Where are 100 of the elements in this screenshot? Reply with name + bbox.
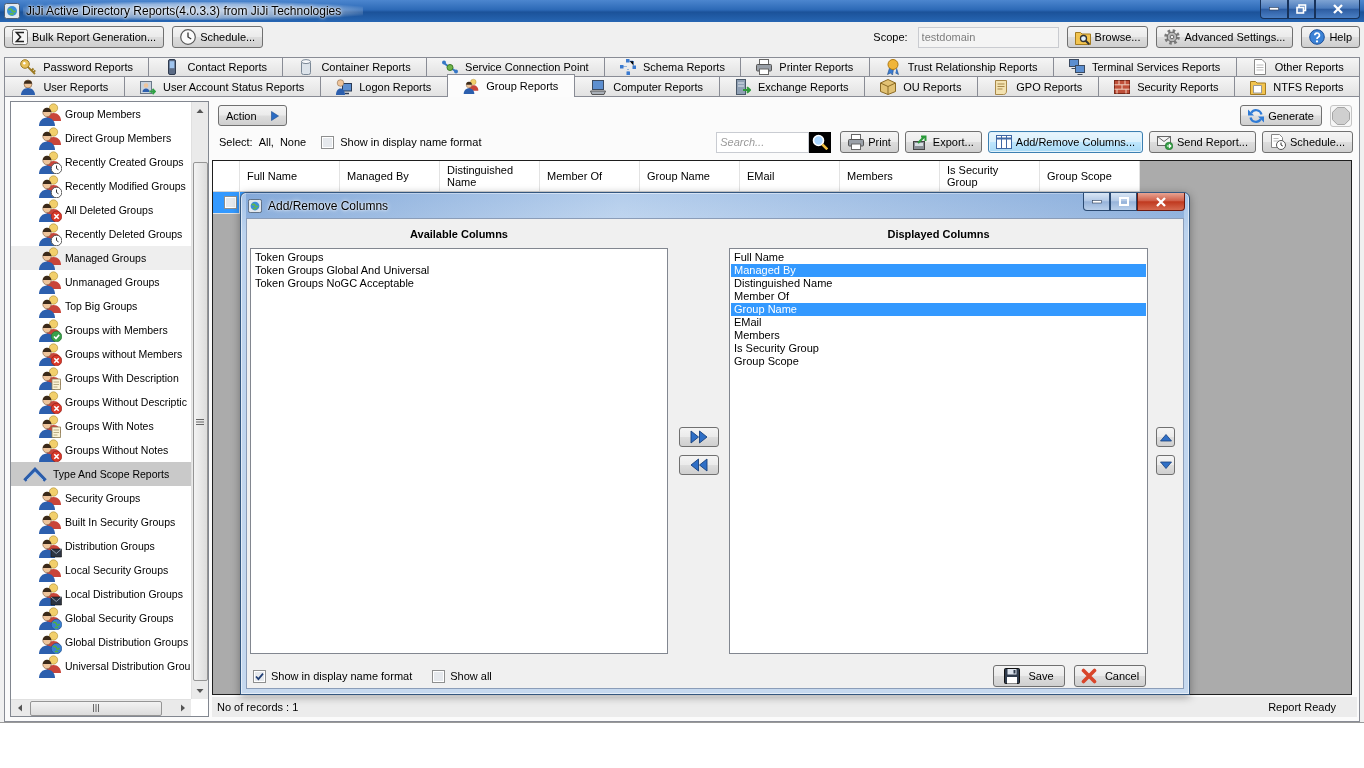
browse-button[interactable]: Browse... — [1066, 26, 1149, 48]
checkbox[interactable] — [432, 669, 446, 683]
print-button[interactable]: Print — [840, 131, 899, 153]
move-up-button[interactable] — [1156, 427, 1175, 447]
tab[interactable]: Container Reports — [283, 57, 427, 76]
sidebar-item[interactable]: Unmanaged Groups — [11, 270, 191, 294]
sidebar-item[interactable]: Recently Deleted Groups — [11, 222, 191, 246]
tab[interactable]: User Account Status Reports — [124, 76, 321, 96]
sidebar-item[interactable]: Recently Created Groups — [11, 150, 191, 174]
restore-button[interactable] — [1288, 0, 1315, 19]
minimize-button[interactable] — [1260, 0, 1288, 19]
list-item[interactable]: Distinguished Name — [731, 277, 1146, 290]
horizontal-scrollbar[interactable] — [11, 699, 191, 716]
search-button[interactable] — [809, 131, 832, 153]
column-header[interactable]: EMail — [740, 161, 840, 191]
column-header[interactable]: Members — [840, 161, 940, 191]
sidebar-item[interactable]: Universal Distribution Grou — [11, 654, 191, 678]
add-column-button[interactable] — [678, 427, 719, 447]
tab[interactable]: Group Reports — [446, 74, 575, 97]
list-item[interactable]: Is Security Group — [731, 342, 1146, 355]
sidebar-item[interactable]: Groups with Members — [11, 318, 191, 342]
tab[interactable]: Printer Reports — [741, 57, 870, 76]
bulk-report-button[interactable]: Bulk Report Generation... — [4, 26, 165, 48]
column-header[interactable]: Distinguished Name — [440, 161, 540, 191]
generate-button[interactable]: Generate — [1240, 105, 1322, 126]
tab[interactable]: Schema Reports — [604, 57, 742, 76]
list-item[interactable]: Token Groups — [252, 251, 666, 264]
tab[interactable]: GPO Reports — [977, 76, 1099, 96]
column-header[interactable]: Managed By — [340, 161, 440, 191]
sidebar-item[interactable]: Global Security Groups — [11, 606, 191, 630]
list-item[interactable]: Members — [731, 329, 1146, 342]
export-button[interactable]: Export... — [904, 131, 982, 153]
help-button[interactable]: Help — [1301, 26, 1360, 48]
schedule-button[interactable]: Schedule... — [172, 26, 264, 48]
schedule-button[interactable]: Schedule... — [1261, 131, 1353, 153]
cancel-button[interactable]: Cancel — [1074, 665, 1146, 687]
list-item[interactable]: Full Name — [731, 251, 1146, 264]
row-checkbox[interactable] — [224, 196, 237, 209]
sidebar-item[interactable]: Groups With Notes — [11, 414, 191, 438]
sidebar-item[interactable]: Built In Security Groups — [11, 510, 191, 534]
sidebar-item[interactable]: Top Big Groups — [11, 294, 191, 318]
advanced-settings-button[interactable]: Advanced Settings... — [1156, 26, 1294, 48]
tab[interactable]: User Reports — [4, 76, 125, 96]
scrollbar-thumb[interactable] — [192, 162, 208, 681]
scrollbar-thumb[interactable] — [30, 700, 162, 716]
sidebar-item[interactable]: Groups without Members — [11, 342, 191, 366]
sidebar-item[interactable]: Groups With Description — [11, 366, 191, 390]
tab[interactable]: Logon Reports — [320, 76, 448, 96]
sidebar-item[interactable]: Groups Without Notes — [11, 438, 191, 462]
tab[interactable]: Trust Relationship Reports — [869, 57, 1054, 76]
select-none-link[interactable]: None — [279, 136, 307, 148]
sidebar-item[interactable]: Security Groups — [11, 486, 191, 510]
close-button[interactable] — [1315, 0, 1360, 19]
sidebar-item[interactable]: Local Distribution Groups — [11, 582, 191, 606]
add-remove-columns-button[interactable]: Add/Remove Columns... — [987, 131, 1143, 153]
tab[interactable]: Security Reports — [1098, 76, 1235, 96]
sidebar-item[interactable]: Global Distribution Groups — [11, 630, 191, 654]
checkbox[interactable] — [253, 669, 266, 683]
list-item[interactable]: EMail — [731, 316, 1146, 329]
tab[interactable]: Service Connection Point — [426, 57, 605, 76]
close-button[interactable] — [1137, 193, 1185, 211]
sidebar-item[interactable]: Group Members — [11, 102, 191, 126]
sidebar-item[interactable]: Local Security Groups — [11, 558, 191, 582]
select-all-link[interactable]: All, — [258, 136, 274, 148]
sidebar-item[interactable]: Direct Group Members — [11, 126, 191, 150]
tab[interactable]: Other Reports — [1236, 57, 1361, 76]
column-header[interactable]: Full Name — [240, 161, 340, 191]
sidebar-item[interactable]: Recently Modified Groups — [11, 174, 191, 198]
column-header[interactable]: Group Name — [640, 161, 740, 191]
tab[interactable]: Terminal Services Reports — [1053, 57, 1237, 76]
sidebar-item[interactable]: Distribution Groups — [11, 534, 191, 558]
minimize-button[interactable] — [1083, 193, 1110, 211]
column-header[interactable]: Is Security Group — [940, 161, 1040, 191]
list-item[interactable]: Token Groups Global And Universal — [252, 264, 666, 277]
checkbox[interactable] — [321, 135, 335, 149]
tab[interactable]: NTFS Reports — [1234, 76, 1361, 96]
column-header[interactable]: Member Of — [540, 161, 640, 191]
sidebar-item[interactable]: All Deleted Groups — [11, 198, 191, 222]
list-item[interactable]: Group Scope — [731, 355, 1146, 368]
list-item[interactable]: Member Of — [731, 290, 1146, 303]
column-header[interactable]: Group Scope — [1040, 161, 1140, 191]
tab[interactable]: Contact Reports — [149, 57, 284, 76]
tab[interactable]: Exchange Reports — [719, 76, 865, 96]
list-box[interactable]: Token Groups Token Groups Global And Universal Token Groups NoGC Acceptable — [250, 248, 668, 654]
vertical-scrollbar[interactable] — [191, 102, 208, 699]
list-box[interactable]: Full Name Managed By Distinguished Name Member Of Group Name EMail Members Is Security Group Group Scope — [729, 248, 1148, 654]
sidebar-item[interactable]: Groups Without Descriptic — [11, 390, 191, 414]
maximize-button[interactable] — [1110, 193, 1137, 211]
tab[interactable]: Computer Reports — [574, 76, 720, 96]
action-button[interactable]: Action — [218, 105, 287, 126]
tab[interactable]: OU Reports — [864, 76, 978, 96]
send-report-button[interactable]: Send Report... — [1149, 131, 1256, 153]
save-button[interactable]: Save — [993, 665, 1065, 687]
list-item[interactable]: Token Groups NoGC Acceptable — [252, 277, 666, 290]
remove-column-button[interactable] — [678, 455, 719, 475]
search-field[interactable]: Search... — [716, 131, 810, 153]
tab[interactable]: Password Reports — [4, 57, 150, 76]
section-header[interactable]: Type And Scope Reports — [11, 462, 191, 486]
sidebar-item[interactable]: Managed Groups — [11, 246, 191, 270]
move-down-button[interactable] — [1156, 455, 1175, 475]
